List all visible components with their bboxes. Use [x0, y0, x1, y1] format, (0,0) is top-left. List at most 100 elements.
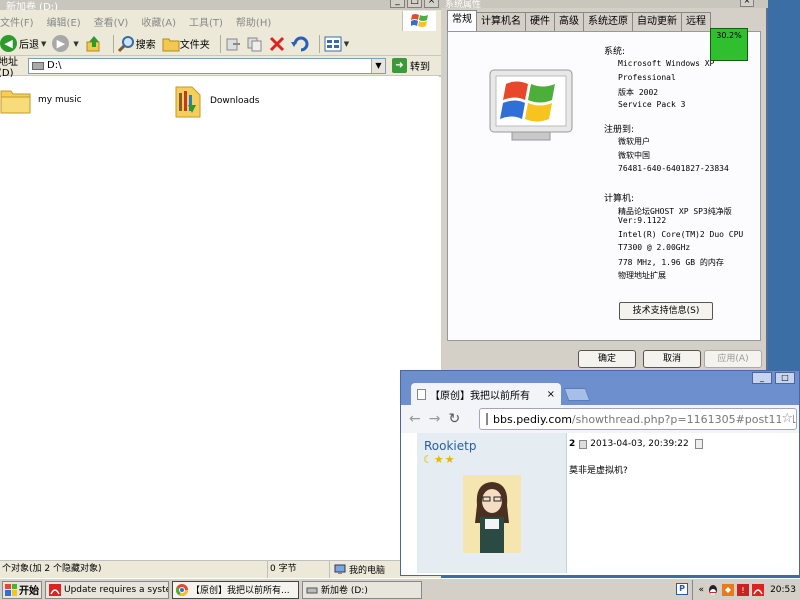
system-tray: « ! 20:53 [691, 580, 800, 600]
back-arrow-icon[interactable]: ← [409, 411, 421, 427]
menu-help[interactable]: 帮助(H) [236, 14, 271, 29]
post-edit-icon[interactable] [694, 439, 703, 449]
tab-computer-name[interactable]: 计算机名 [476, 12, 526, 31]
ok-button[interactable]: 确定 [578, 350, 636, 368]
taskbar-item-chrome[interactable]: 【原创】我把以前所有... [172, 580, 299, 599]
move-to-button[interactable] [225, 36, 241, 52]
address-value: D:\ [47, 60, 62, 71]
maximize-button[interactable]: □ [407, 0, 422, 8]
menu-file[interactable]: 文件(F) [0, 14, 34, 29]
system-line: Service Pack 3 [618, 100, 686, 109]
cancel-button[interactable]: 取消 [643, 350, 701, 368]
cpu-usage-value: 30.2% [716, 31, 742, 40]
new-tab-button[interactable] [563, 388, 591, 401]
url-input[interactable]: bbs.pediy.com/showthread.php?p=1161305#p… [479, 408, 797, 430]
go-button[interactable]: ➜ 转到 [392, 58, 430, 73]
support-info-button[interactable]: 技术支持信息(S) [619, 302, 713, 320]
forward-arrow-icon: ▶ [52, 35, 70, 52]
my-computer-icon [334, 564, 346, 574]
back-button[interactable]: ◀ 后退 ▼ [0, 35, 46, 52]
sysprop-tabs: 常规 计算机名 硬件 高级 系统还原 自动更新 远程 [447, 10, 711, 31]
registered-line: 微软用户 [618, 137, 650, 146]
url-path: /showthread.php?p=1161305#post11613 [571, 412, 797, 426]
registered-heading: 注册到: [604, 125, 635, 135]
tab-close-icon[interactable]: × [547, 389, 555, 400]
file-item-my-music[interactable]: my music [0, 85, 82, 115]
sysprop-title: 系统属性 [445, 0, 482, 8]
chrome-window: _ □ 【原创】我把以前所有 × ← → ↻ bbs.pediy.com/sho… [400, 370, 800, 576]
forward-arrow-icon[interactable]: → [429, 411, 441, 427]
address-dropdown-button[interactable]: ▼ [371, 58, 385, 73]
toolbar-separator [219, 34, 221, 53]
security-icon[interactable]: ! [737, 584, 750, 596]
computer-line: Intel(R) Core(TM)2 Duo CPU [618, 230, 744, 239]
tray-expand-button[interactable]: « [699, 585, 705, 595]
file-item-downloads[interactable]: Downloads [174, 83, 259, 119]
post-meta: 2 2013-04-03, 20:39:22 [569, 439, 703, 449]
antivirus-icon[interactable] [722, 584, 735, 596]
views-icon [324, 36, 342, 51]
menu-view[interactable]: 查看(V) [94, 14, 129, 29]
reload-icon[interactable]: ↻ [448, 411, 460, 427]
tab-advanced[interactable]: 高级 [554, 12, 584, 31]
tab-hardware[interactable]: 硬件 [525, 12, 555, 31]
registered-line: 微软中国 [618, 151, 650, 160]
chrome-window-controls: _ □ [752, 372, 795, 384]
folder-icon [0, 90, 31, 114]
minimize-button[interactable]: _ [752, 372, 772, 384]
page-content: Rookietp ☾★★ 2 2013-04-03, 20:39:22 莫非是虚 [401, 433, 799, 575]
apply-button[interactable]: 应用(A) [704, 350, 762, 368]
taskbar-item-explorer[interactable]: 新加卷 (D:) [302, 580, 422, 599]
search-button[interactable]: 搜索 [117, 35, 156, 53]
page-icon [417, 388, 426, 400]
taskbar-item-update[interactable]: Update requires a syste... [45, 580, 169, 599]
acrobat-icon[interactable] [752, 584, 765, 596]
address-input[interactable]: D:\ ▼ [28, 57, 386, 74]
dropdown-arrow-icon: ▼ [41, 39, 47, 48]
browser-tab[interactable]: 【原创】我把以前所有 × [411, 383, 561, 405]
close-button[interactable]: × [424, 0, 439, 8]
input-method-icon[interactable]: P [676, 583, 688, 595]
system-line: Microsoft Windows XP [618, 59, 715, 68]
start-button[interactable]: 开始 [2, 580, 42, 599]
menu-edit[interactable]: 编辑(E) [47, 14, 81, 29]
explorer-menu-bar: 文件(F) 编辑(E) 查看(V) 收藏(A) 工具(T) 帮助(H) [0, 10, 441, 32]
status-size: 0 字节 [268, 561, 330, 578]
avatar [463, 475, 521, 553]
up-folder-button[interactable] [85, 35, 103, 53]
views-button[interactable]: ▼ [324, 36, 349, 52]
minimize-button[interactable]: _ [390, 0, 405, 8]
post-icon [579, 439, 588, 449]
qq-icon[interactable] [707, 584, 719, 596]
post-text: 莫非是虚拟机? [569, 466, 628, 476]
delete-button[interactable] [269, 36, 285, 52]
close-button[interactable]: × [740, 0, 754, 7]
dropdown-arrow-icon: ▼ [343, 39, 350, 48]
page-icon [486, 413, 488, 425]
cpu-usage-meter: 30.2% [710, 28, 748, 61]
folders-button[interactable]: 文件夹 [162, 36, 210, 52]
menu-favorites[interactable]: 收藏(A) [141, 14, 176, 29]
tab-automatic-updates[interactable]: 自动更新 [632, 12, 682, 31]
menu-tools[interactable]: 工具(T) [189, 14, 223, 29]
drive-icon [32, 61, 44, 70]
clock[interactable]: 20:53 [770, 585, 796, 595]
copy-to-button[interactable] [247, 36, 263, 52]
maximize-button[interactable]: □ [775, 372, 795, 384]
forward-button[interactable]: ▶ ▼ [52, 35, 79, 52]
tab-general[interactable]: 常规 [447, 10, 477, 31]
url-host: bbs.pediy.com [493, 412, 572, 426]
tab-remote[interactable]: 远程 [681, 12, 711, 31]
bookmark-star-icon[interactable]: ☆ [781, 411, 793, 426]
registered-line: 76481-640-6401827-23834 [618, 164, 729, 173]
post-username[interactable]: Rookietp [424, 439, 476, 453]
folders-icon [162, 38, 180, 51]
explorer-title-bar[interactable]: 新加卷 (D:) _ □ × [0, 0, 441, 10]
dropdown-arrow-icon: ▼ [73, 39, 79, 48]
sysprop-title-bar[interactable]: 系统属性 × [441, 0, 768, 8]
windows-logo-icon [402, 11, 436, 31]
svg-text:!: ! [741, 586, 744, 595]
tab-system-restore[interactable]: 系统还原 [583, 12, 633, 31]
explorer-window: 新加卷 (D:) _ □ × 文件(F) 编辑(E) 查看(V) 收藏(A) 工… [0, 0, 441, 578]
undo-button[interactable] [290, 36, 309, 52]
